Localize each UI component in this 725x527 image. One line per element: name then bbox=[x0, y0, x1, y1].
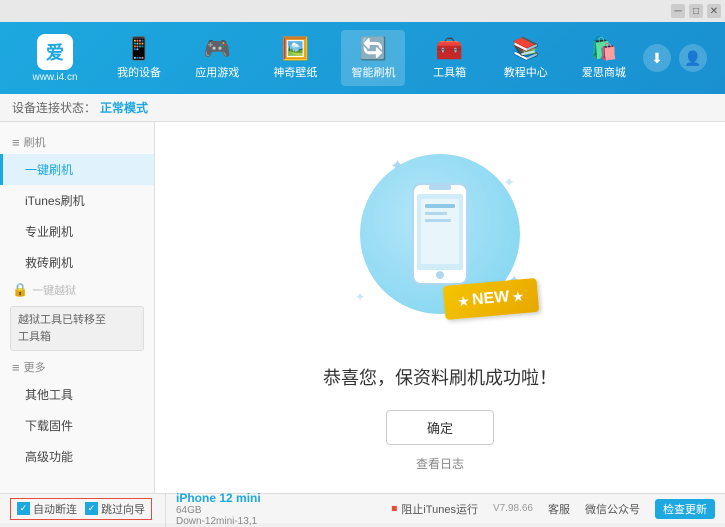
pro-flash-label: 专业刷机 bbox=[25, 225, 73, 239]
sidebar-item-download-firmware[interactable]: 下载固件 bbox=[0, 410, 154, 441]
bottom-right: ⏹ 阻止iTunes运行 V7.98.66 客服 微信公众号 检查更新 bbox=[391, 499, 715, 519]
more-section-label: 更多 bbox=[24, 359, 46, 375]
more-section-icon: ≡ bbox=[12, 360, 20, 375]
nav-label-smart-flash: 智能刷机 bbox=[351, 64, 395, 80]
sidebar-item-advanced[interactable]: 高级功能 bbox=[0, 441, 154, 472]
nav-icon-wallpaper: 🖼️ bbox=[282, 36, 309, 62]
nav-icon-store: 🛍️ bbox=[590, 36, 617, 62]
skip-wizard-checkbox[interactable]: ✓ 跳过向导 bbox=[85, 501, 145, 517]
device-model: Down-12mini-13,1 bbox=[176, 516, 261, 527]
nav-icon-my-device: 📱 bbox=[125, 36, 152, 62]
jailbreak-section-label: 一键越狱 bbox=[32, 282, 76, 298]
header: 爱 www.i4.cn 📱 我的设备 🎮 应用游戏 🖼️ 神奇壁纸 🔄 智能刷机… bbox=[0, 22, 725, 94]
download-firmware-label: 下载固件 bbox=[25, 419, 73, 433]
logo: 爱 www.i4.cn bbox=[10, 34, 100, 83]
notice-text: 越狱工具已转移至工具箱 bbox=[18, 314, 106, 343]
sidebar: ≡ 刷机 一键刷机 iTunes刷机 专业刷机 救砖刷机 🔒 一键越狱 越狱工具… bbox=[0, 122, 155, 493]
advanced-label: 高级功能 bbox=[25, 450, 73, 464]
bottom-panel: ✓ 自动断连 ✓ 跳过向导 iPhone 12 mini 64GB Down-1… bbox=[0, 493, 725, 523]
skip-wizard-label: 跳过向导 bbox=[101, 501, 145, 517]
status-label: 设备连接状态： bbox=[12, 99, 96, 116]
flash-section-label: 刷机 bbox=[24, 134, 46, 150]
user-button[interactable]: 👤 bbox=[679, 44, 707, 72]
sidebar-notice: 越狱工具已转移至工具箱 bbox=[10, 306, 144, 351]
sidebar-section-more: ≡ 更多 bbox=[0, 355, 154, 379]
customer-service-link[interactable]: 客服 bbox=[548, 501, 570, 517]
download-button[interactable]: ⬇ bbox=[643, 44, 671, 72]
maximize-button[interactable]: □ bbox=[689, 4, 703, 18]
itunes-status[interactable]: ⏹ 阻止iTunes运行 bbox=[391, 501, 478, 517]
content-area: ✦ ✦ ✦ ✦ NEW 恭喜您，保资料刷机成功啦！ 确定 查看日志 bbox=[155, 122, 725, 493]
nav-label-toolbox: 工具箱 bbox=[433, 64, 466, 80]
nav-label-store: 爱思商城 bbox=[582, 64, 626, 80]
wechat-link[interactable]: 微信公众号 bbox=[585, 501, 640, 517]
sidebar-section-jailbreak: 🔒 一键越狱 bbox=[0, 278, 154, 302]
nav-icon-apps: 🎮 bbox=[204, 36, 231, 62]
jailbreak-section-icon: 🔒 bbox=[12, 282, 28, 298]
auto-close-checkbox[interactable]: ✓ 自动断连 bbox=[17, 501, 77, 517]
minimize-button[interactable]: ─ bbox=[671, 4, 685, 18]
nav-label-wallpaper: 神奇壁纸 bbox=[273, 64, 317, 80]
success-illustration: ✦ ✦ ✦ ✦ NEW bbox=[340, 144, 540, 344]
logo-text: www.i4.cn bbox=[32, 72, 77, 83]
status-bar: 设备连接状态： 正常模式 bbox=[0, 94, 725, 122]
sidebar-section-flash: ≡ 刷机 bbox=[0, 130, 154, 154]
other-tools-label: 其他工具 bbox=[25, 388, 73, 402]
phone-svg bbox=[405, 179, 475, 289]
nav-label-my-device: 我的设备 bbox=[117, 64, 161, 80]
nav-item-tutorials[interactable]: 📚 教程中心 bbox=[494, 30, 558, 86]
device-storage: 64GB bbox=[176, 505, 261, 516]
confirm-button[interactable]: 确定 bbox=[386, 410, 494, 445]
itunes-flash-label: iTunes刷机 bbox=[25, 194, 85, 208]
secondary-link[interactable]: 查看日志 bbox=[416, 455, 464, 472]
auto-close-check-icon: ✓ bbox=[17, 502, 30, 515]
nav-icon-tutorials: 📚 bbox=[512, 36, 539, 62]
title-bar: ─ □ ✕ bbox=[0, 0, 725, 22]
main-layout: ≡ 刷机 一键刷机 iTunes刷机 专业刷机 救砖刷机 🔒 一键越狱 越狱工具… bbox=[0, 122, 725, 493]
auto-close-label: 自动断连 bbox=[33, 501, 77, 517]
nav-item-apps[interactable]: 🎮 应用游戏 bbox=[185, 30, 249, 86]
nav-item-store[interactable]: 🛍️ 爱思商城 bbox=[572, 30, 636, 86]
itunes-icon: ⏹ bbox=[391, 501, 397, 516]
success-text: 恭喜您，保资料刷机成功啦！ bbox=[323, 364, 557, 390]
nav-bar: 📱 我的设备 🎮 应用游戏 🖼️ 神奇壁纸 🔄 智能刷机 🧰 工具箱 📚 教程中… bbox=[100, 30, 643, 86]
nav-item-wallpaper[interactable]: 🖼️ 神奇壁纸 bbox=[263, 30, 327, 86]
nav-item-toolbox[interactable]: 🧰 工具箱 bbox=[420, 30, 480, 86]
sidebar-item-other-tools[interactable]: 其他工具 bbox=[0, 379, 154, 410]
bottom-left: ✓ 自动断连 ✓ 跳过向导 iPhone 12 mini 64GB Down-1… bbox=[10, 491, 261, 527]
new-badge: NEW bbox=[443, 277, 539, 319]
nav-item-smart-flash[interactable]: 🔄 智能刷机 bbox=[341, 30, 405, 86]
sidebar-item-one-key-flash[interactable]: 一键刷机 bbox=[0, 154, 154, 185]
sparkle-2: ✦ bbox=[503, 174, 515, 191]
itunes-stop-label: 阻止iTunes运行 bbox=[401, 501, 478, 517]
skip-wizard-check-icon: ✓ bbox=[85, 502, 98, 515]
close-button[interactable]: ✕ bbox=[707, 4, 721, 18]
logo-icon: 爱 bbox=[37, 34, 73, 70]
sidebar-item-pro-flash[interactable]: 专业刷机 bbox=[0, 216, 154, 247]
nav-icon-toolbox: 🧰 bbox=[436, 36, 463, 62]
sparkle-1: ✦ bbox=[390, 156, 405, 177]
version-text: V7.98.66 bbox=[493, 503, 533, 514]
check-update-button[interactable]: 检查更新 bbox=[655, 499, 715, 519]
rescue-flash-label: 救砖刷机 bbox=[25, 256, 73, 270]
flash-section-icon: ≡ bbox=[12, 135, 20, 150]
one-key-flash-label: 一键刷机 bbox=[25, 163, 73, 177]
nav-label-tutorials: 教程中心 bbox=[504, 64, 548, 80]
nav-icon-smart-flash: 🔄 bbox=[360, 36, 387, 62]
header-right: ⬇ 👤 bbox=[643, 44, 715, 72]
nav-item-my-device[interactable]: 📱 我的设备 bbox=[107, 30, 171, 86]
status-value: 正常模式 bbox=[100, 99, 148, 116]
checkbox-group: ✓ 自动断连 ✓ 跳过向导 bbox=[10, 498, 152, 520]
nav-label-apps: 应用游戏 bbox=[195, 64, 239, 80]
device-info: iPhone 12 mini 64GB Down-12mini-13,1 bbox=[165, 491, 261, 527]
sparkle-3: ✦ bbox=[355, 290, 365, 304]
sidebar-item-rescue-flash[interactable]: 救砖刷机 bbox=[0, 247, 154, 278]
sidebar-item-itunes-flash[interactable]: iTunes刷机 bbox=[0, 185, 154, 216]
